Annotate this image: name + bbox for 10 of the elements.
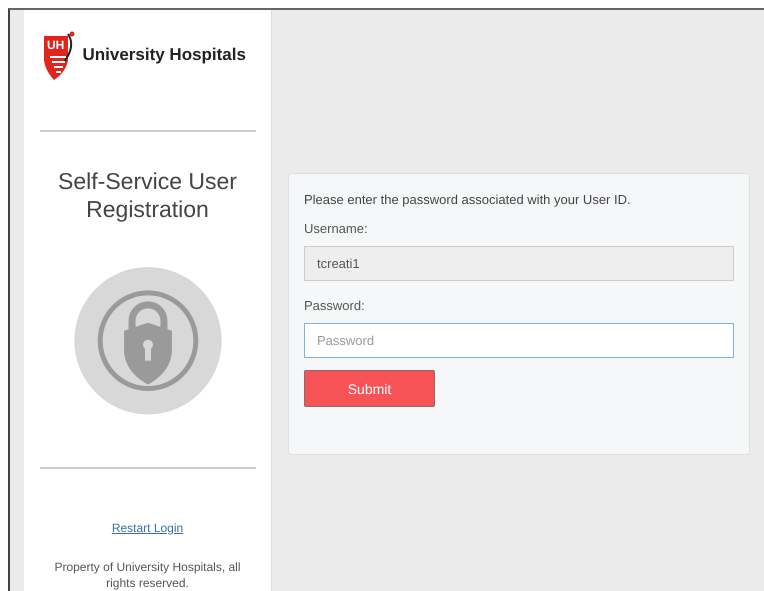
submit-button[interactable]: Submit	[304, 370, 435, 407]
restart-login-link[interactable]: Restart Login	[112, 520, 184, 535]
instruction-text: Please enter the password associated with your User ID.	[304, 192, 632, 207]
copyright-text: Property of University Hospitals, all rights reserved.	[53, 558, 242, 591]
logo-text: University Hospitals	[82, 45, 246, 65]
lock-icon	[74, 267, 222, 415]
page-title: Self-Service User Registration	[57, 168, 238, 224]
password-field[interactable]: Password	[304, 323, 734, 358]
field-label: Password:	[304, 298, 366, 313]
field-label: Username:	[304, 221, 369, 236]
